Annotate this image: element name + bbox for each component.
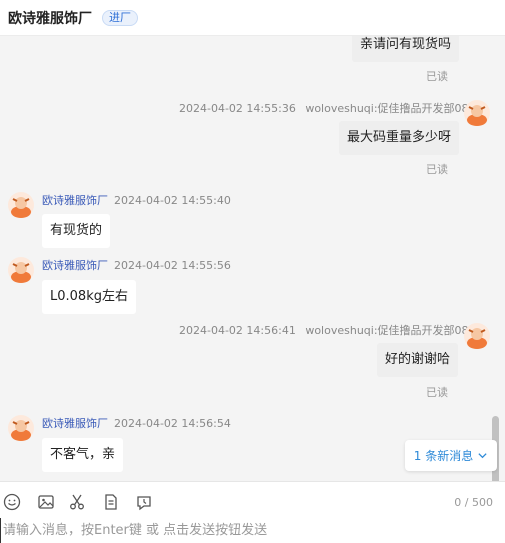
file-icon[interactable]: [101, 492, 121, 512]
input-toolbar: 0 / 500: [0, 481, 505, 523]
sender-name: 欧诗雅服饰厂: [42, 259, 108, 272]
read-status: 已读: [426, 163, 448, 176]
sender-name: woloveshuqi:促佳撸品开发部086: [305, 102, 476, 115]
avatar[interactable]: [464, 323, 490, 349]
chat-history[interactable]: 亲请问有现货吗 已读 2024-04-02 14:55:36 woloveshu…: [0, 36, 505, 481]
message-time: 2024-04-02 14:55:36: [179, 102, 296, 115]
new-messages-label: 1 条新消息: [413, 449, 474, 463]
message-bubble: L0.08kg左右: [42, 280, 136, 314]
shop-name: 欧诗雅服饰厂: [8, 10, 92, 27]
message-meta: 欧诗雅服饰厂 2024-04-02 14:55:56: [42, 257, 231, 273]
message-time: 2024-04-02 14:55:56: [114, 259, 231, 272]
message-meta: 2024-04-02 14:56:41 woloveshuqi:促佳撸品开发部0…: [179, 322, 476, 338]
message-bubble: 最大码重量多少呀: [339, 121, 460, 155]
read-status: 已读: [426, 70, 448, 83]
chat-header: 欧诗雅服饰厂 进厂: [0, 0, 505, 36]
message-meta: 欧诗雅服饰厂 2024-04-02 14:56:54: [42, 415, 231, 431]
message-time: 2024-04-02 14:56:54: [114, 417, 231, 430]
message-time: 2024-04-02 14:55:40: [114, 194, 231, 207]
avatar[interactable]: [8, 415, 34, 441]
emoji-icon[interactable]: [2, 492, 22, 512]
message-meta: 2024-04-02 14:55:36 woloveshuqi:促佳撸品开发部0…: [179, 100, 476, 116]
message-bubble: 有现货的: [42, 214, 111, 248]
avatar[interactable]: [8, 192, 34, 218]
sender-name: woloveshuqi:促佳撸品开发部086: [305, 324, 476, 337]
new-messages-button[interactable]: 1 条新消息: [405, 440, 497, 471]
message-input-area: [0, 518, 505, 543]
sender-name: 欧诗雅服饰厂: [42, 417, 108, 430]
char-counter: 0 / 500: [454, 496, 493, 509]
scissors-icon[interactable]: [67, 492, 87, 512]
chevron-down-icon: [478, 453, 487, 459]
avatar[interactable]: [464, 100, 490, 126]
history-icon[interactable]: [134, 492, 154, 512]
sender-name: 欧诗雅服饰厂: [42, 194, 108, 207]
message-bubble: 好的谢谢哈: [377, 343, 459, 377]
message-meta: 欧诗雅服饰厂 2024-04-02 14:55:40: [42, 192, 231, 208]
message-bubble: 亲请问有现货吗: [352, 36, 460, 62]
message-bubble: 不客气，亲: [42, 438, 124, 472]
message-time: 2024-04-02 14:56:41: [179, 324, 296, 337]
image-icon[interactable]: [36, 492, 56, 512]
read-status: 已读: [426, 386, 448, 399]
message-input[interactable]: [0, 518, 505, 543]
avatar[interactable]: [8, 257, 34, 283]
enter-shop-button[interactable]: 进厂: [102, 9, 138, 26]
